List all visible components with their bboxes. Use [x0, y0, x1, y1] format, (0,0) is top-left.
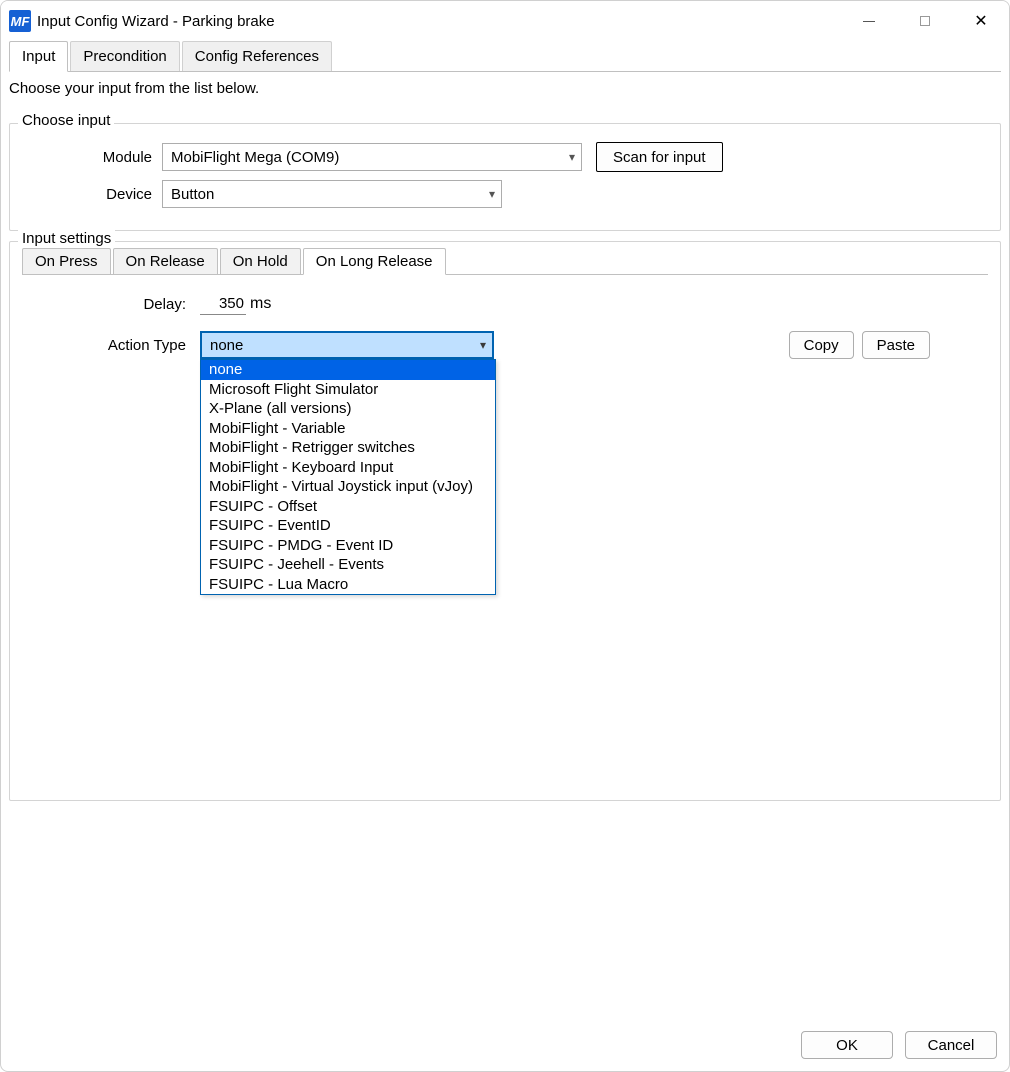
paste-button[interactable]: Paste: [862, 331, 930, 359]
choose-input-legend: Choose input: [18, 112, 114, 129]
action-type-dropdown[interactable]: none Microsoft Flight Simulator X-Plane …: [200, 359, 496, 595]
footer: OK Cancel: [1, 1021, 1009, 1071]
titlebar: MF Input Config Wizard - Parking brake ✕: [1, 1, 1009, 41]
window-title: Input Config Wizard - Parking brake: [37, 13, 275, 30]
module-value: MobiFlight Mega (COM9): [171, 149, 339, 166]
cancel-button[interactable]: Cancel: [905, 1031, 997, 1059]
action-type-combobox[interactable]: none ▾: [200, 331, 494, 359]
device-combobox[interactable]: Button ▾: [162, 180, 502, 208]
delay-unit: ms: [250, 295, 271, 313]
minimize-button[interactable]: [841, 1, 897, 41]
copy-button[interactable]: Copy: [789, 331, 854, 359]
close-button[interactable]: ✕: [953, 1, 1009, 41]
option-mf-keyboard[interactable]: MobiFlight - Keyboard Input: [201, 458, 495, 478]
window: MF Input Config Wizard - Parking brake ✕…: [0, 0, 1010, 1072]
tab-on-long-release[interactable]: On Long Release: [303, 248, 446, 275]
device-label: Device: [22, 186, 162, 203]
input-settings-legend: Input settings: [18, 230, 115, 247]
chevron-down-icon: ▾: [569, 150, 575, 164]
app-icon: MF: [9, 10, 31, 32]
action-type-value: none: [210, 337, 243, 354]
option-mf-variable[interactable]: MobiFlight - Variable: [201, 419, 495, 439]
body: Input Precondition Config References Cho…: [1, 41, 1009, 1021]
choose-input-group: Choose input Module MobiFlight Mega (COM…: [9, 123, 1001, 231]
option-none[interactable]: none: [201, 360, 495, 380]
module-label: Module: [22, 149, 162, 166]
option-msfs[interactable]: Microsoft Flight Simulator: [201, 380, 495, 400]
input-settings-group: Input settings On Press On Release On Ho…: [9, 241, 1001, 801]
tab-precondition[interactable]: Precondition: [70, 41, 179, 72]
close-icon: ✕: [974, 11, 987, 31]
chevron-down-icon: ▾: [480, 338, 486, 352]
module-combobox[interactable]: MobiFlight Mega (COM9) ▾: [162, 143, 582, 171]
scan-for-input-button[interactable]: Scan for input: [596, 142, 723, 172]
tab-on-hold[interactable]: On Hold: [220, 248, 301, 275]
chevron-down-icon: ▾: [489, 187, 495, 201]
minimize-icon: [863, 21, 875, 22]
main-tabs: Input Precondition Config References: [9, 41, 1001, 72]
option-fsuipc-offset[interactable]: FSUIPC - Offset: [201, 497, 495, 517]
option-mf-vjoy[interactable]: MobiFlight - Virtual Joystick input (vJo…: [201, 477, 495, 497]
ok-button[interactable]: OK: [801, 1031, 893, 1059]
option-fsuipc-jeehell[interactable]: FSUIPC - Jeehell - Events: [201, 555, 495, 575]
maximize-icon: [920, 16, 930, 26]
tab-content: Choose your input from the list below. C…: [9, 71, 1001, 1021]
tab-config-references[interactable]: Config References: [182, 41, 332, 72]
option-mf-retrigger[interactable]: MobiFlight - Retrigger switches: [201, 438, 495, 458]
delay-row: Delay: ms: [30, 293, 980, 315]
input-settings-tabs: On Press On Release On Hold On Long Rele…: [22, 248, 988, 275]
delay-input[interactable]: [200, 293, 246, 315]
action-type-label: Action Type: [30, 337, 200, 354]
tab-on-release[interactable]: On Release: [113, 248, 218, 275]
option-fsuipc-pmdg[interactable]: FSUIPC - PMDG - Event ID: [201, 536, 495, 556]
option-fsuipc-lua[interactable]: FSUIPC - Lua Macro: [201, 575, 495, 595]
maximize-button[interactable]: [897, 1, 953, 41]
action-type-row: Action Type none ▾ Copy Paste none Micro…: [30, 331, 980, 359]
tab-on-press[interactable]: On Press: [22, 248, 111, 275]
instruction-text: Choose your input from the list below.: [9, 72, 1001, 113]
option-xplane[interactable]: X-Plane (all versions): [201, 399, 495, 419]
option-fsuipc-eventid[interactable]: FSUIPC - EventID: [201, 516, 495, 536]
device-value: Button: [171, 186, 214, 203]
delay-label: Delay:: [30, 296, 200, 313]
tab-input[interactable]: Input: [9, 41, 68, 72]
on-long-release-panel: Delay: ms Action Type none ▾ Copy Paste: [22, 274, 988, 774]
